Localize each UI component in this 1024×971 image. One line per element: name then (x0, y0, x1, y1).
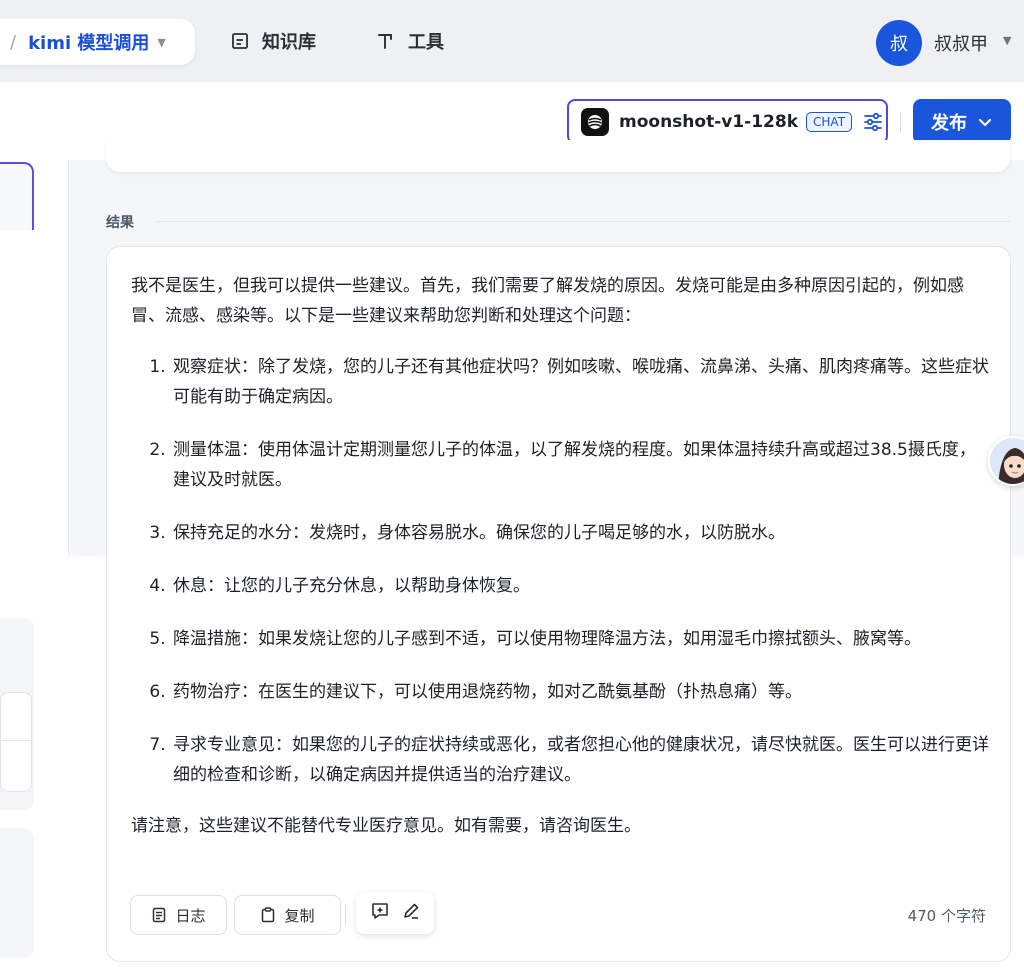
tool-icon (376, 31, 396, 51)
variables-panel (0, 618, 34, 810)
chevron-down-icon (977, 114, 993, 130)
result-intro: 我不是医生，但我可以提供一些建议。首先，我们需要了解发烧的原因。发烧可能是由多种… (131, 276, 964, 326)
sparkle-chat-icon[interactable] (369, 900, 391, 926)
publish-label: 发布 (931, 112, 967, 134)
nav-tools-label: 工具 (408, 32, 444, 53)
model-name: moonshot-v1-128k (619, 111, 799, 132)
list-item: 观察症状：除了发烧，您的儿子还有其他症状吗？例如咳嗽、喉咙痛、流鼻涕、头痛、肌肉… (171, 352, 991, 412)
log-label: 日志 (175, 906, 206, 925)
user-name[interactable]: 叔叔甲 (934, 30, 988, 56)
model-type-badge: CHAT (806, 111, 853, 132)
copy-label: 复制 (284, 906, 315, 925)
field-divider (0, 740, 32, 741)
list-item: 药物治疗：在医生的建议下，可以使用退烧药物，如对乙酰氨基酚（扑热息痛）等。 (171, 677, 991, 707)
list-item: 降温措施：如果发烧让您的儿子感到不适，可以使用物理降温方法，如用湿毛巾擦拭额头、… (171, 624, 991, 654)
app-name: kimi 模型调用 (28, 33, 150, 54)
copy-button[interactable]: 复制 (234, 895, 341, 935)
list-item: 测量体温：使用体温计定期测量您儿子的体温，以了解发烧的程度。如果体温持续升高或超… (171, 435, 991, 495)
list-item: 休息：让您的儿子充分休息，以帮助身体恢复。 (171, 571, 991, 601)
input-card (106, 140, 1010, 172)
settings-sliders-icon[interactable] (862, 111, 884, 133)
result-section-label: 结果 (106, 215, 134, 231)
char-count: 470 个字符 (907, 907, 986, 925)
publish-button[interactable]: 发布 (913, 99, 1011, 144)
chevron-down-icon[interactable]: ▼ (1003, 34, 1011, 47)
top-nav-bar: / kimi 模型调用 ▼ 知识库 工具 叔 叔叔甲 ▼ (0, 0, 1024, 82)
nav-tools[interactable]: 工具 (376, 28, 444, 54)
clipboard-icon (260, 907, 276, 923)
result-text: 我不是医生，但我可以提供一些建议。首先，我们需要了解发烧的原因。发烧可能是由多种… (131, 271, 991, 841)
list-item: 保持充足的水分：发烧时，身体容易脱水。确保您的儿子喝足够的水，以防脱水。 (171, 518, 991, 548)
result-list: 观察症状：除了发烧，您的儿子还有其他症状吗？例如咳嗽、喉咙痛、流鼻涕、头痛、肌肉… (131, 352, 991, 790)
edit-pen-icon[interactable] (400, 900, 422, 926)
context-panel (0, 828, 34, 958)
model-selector-button[interactable]: moonshot-v1-128k CHAT (567, 99, 888, 144)
prompt-panel[interactable] (0, 162, 34, 594)
nav-knowledge-label: 知识库 (262, 32, 316, 53)
variable-field[interactable] (0, 692, 32, 792)
avatar[interactable]: 叔 (876, 20, 922, 66)
log-button[interactable]: 日志 (130, 895, 227, 935)
toolbar-divider (900, 112, 901, 132)
nav-knowledge[interactable]: 知识库 (230, 28, 316, 54)
document-icon (151, 907, 167, 923)
app-selector[interactable]: / kimi 模型调用 ▼ (0, 19, 195, 65)
list-item: 寻求专业意见：如果您的儿子的症状持续或恶化，或者您担心他的健康状况，请尽快就医。… (171, 730, 991, 790)
result-outro: 请注意，这些建议不能替代专业医疗意见。如有需要，请咨询医生。 (131, 816, 641, 836)
chevron-down-icon: ▼ (157, 35, 166, 49)
result-card: 我不是医生，但我可以提供一些建议。首先，我们需要了解发烧的原因。发烧可能是由多种… (106, 246, 1011, 962)
result-actions (356, 892, 434, 934)
book-icon (230, 31, 250, 51)
result-section-divider (156, 221, 1010, 222)
action-divider (345, 905, 346, 925)
column-divider (68, 160, 69, 556)
prompt-panel-body[interactable] (0, 230, 34, 594)
moonshot-logo-icon (581, 107, 609, 136)
breadcrumb-separator: / (10, 31, 17, 53)
